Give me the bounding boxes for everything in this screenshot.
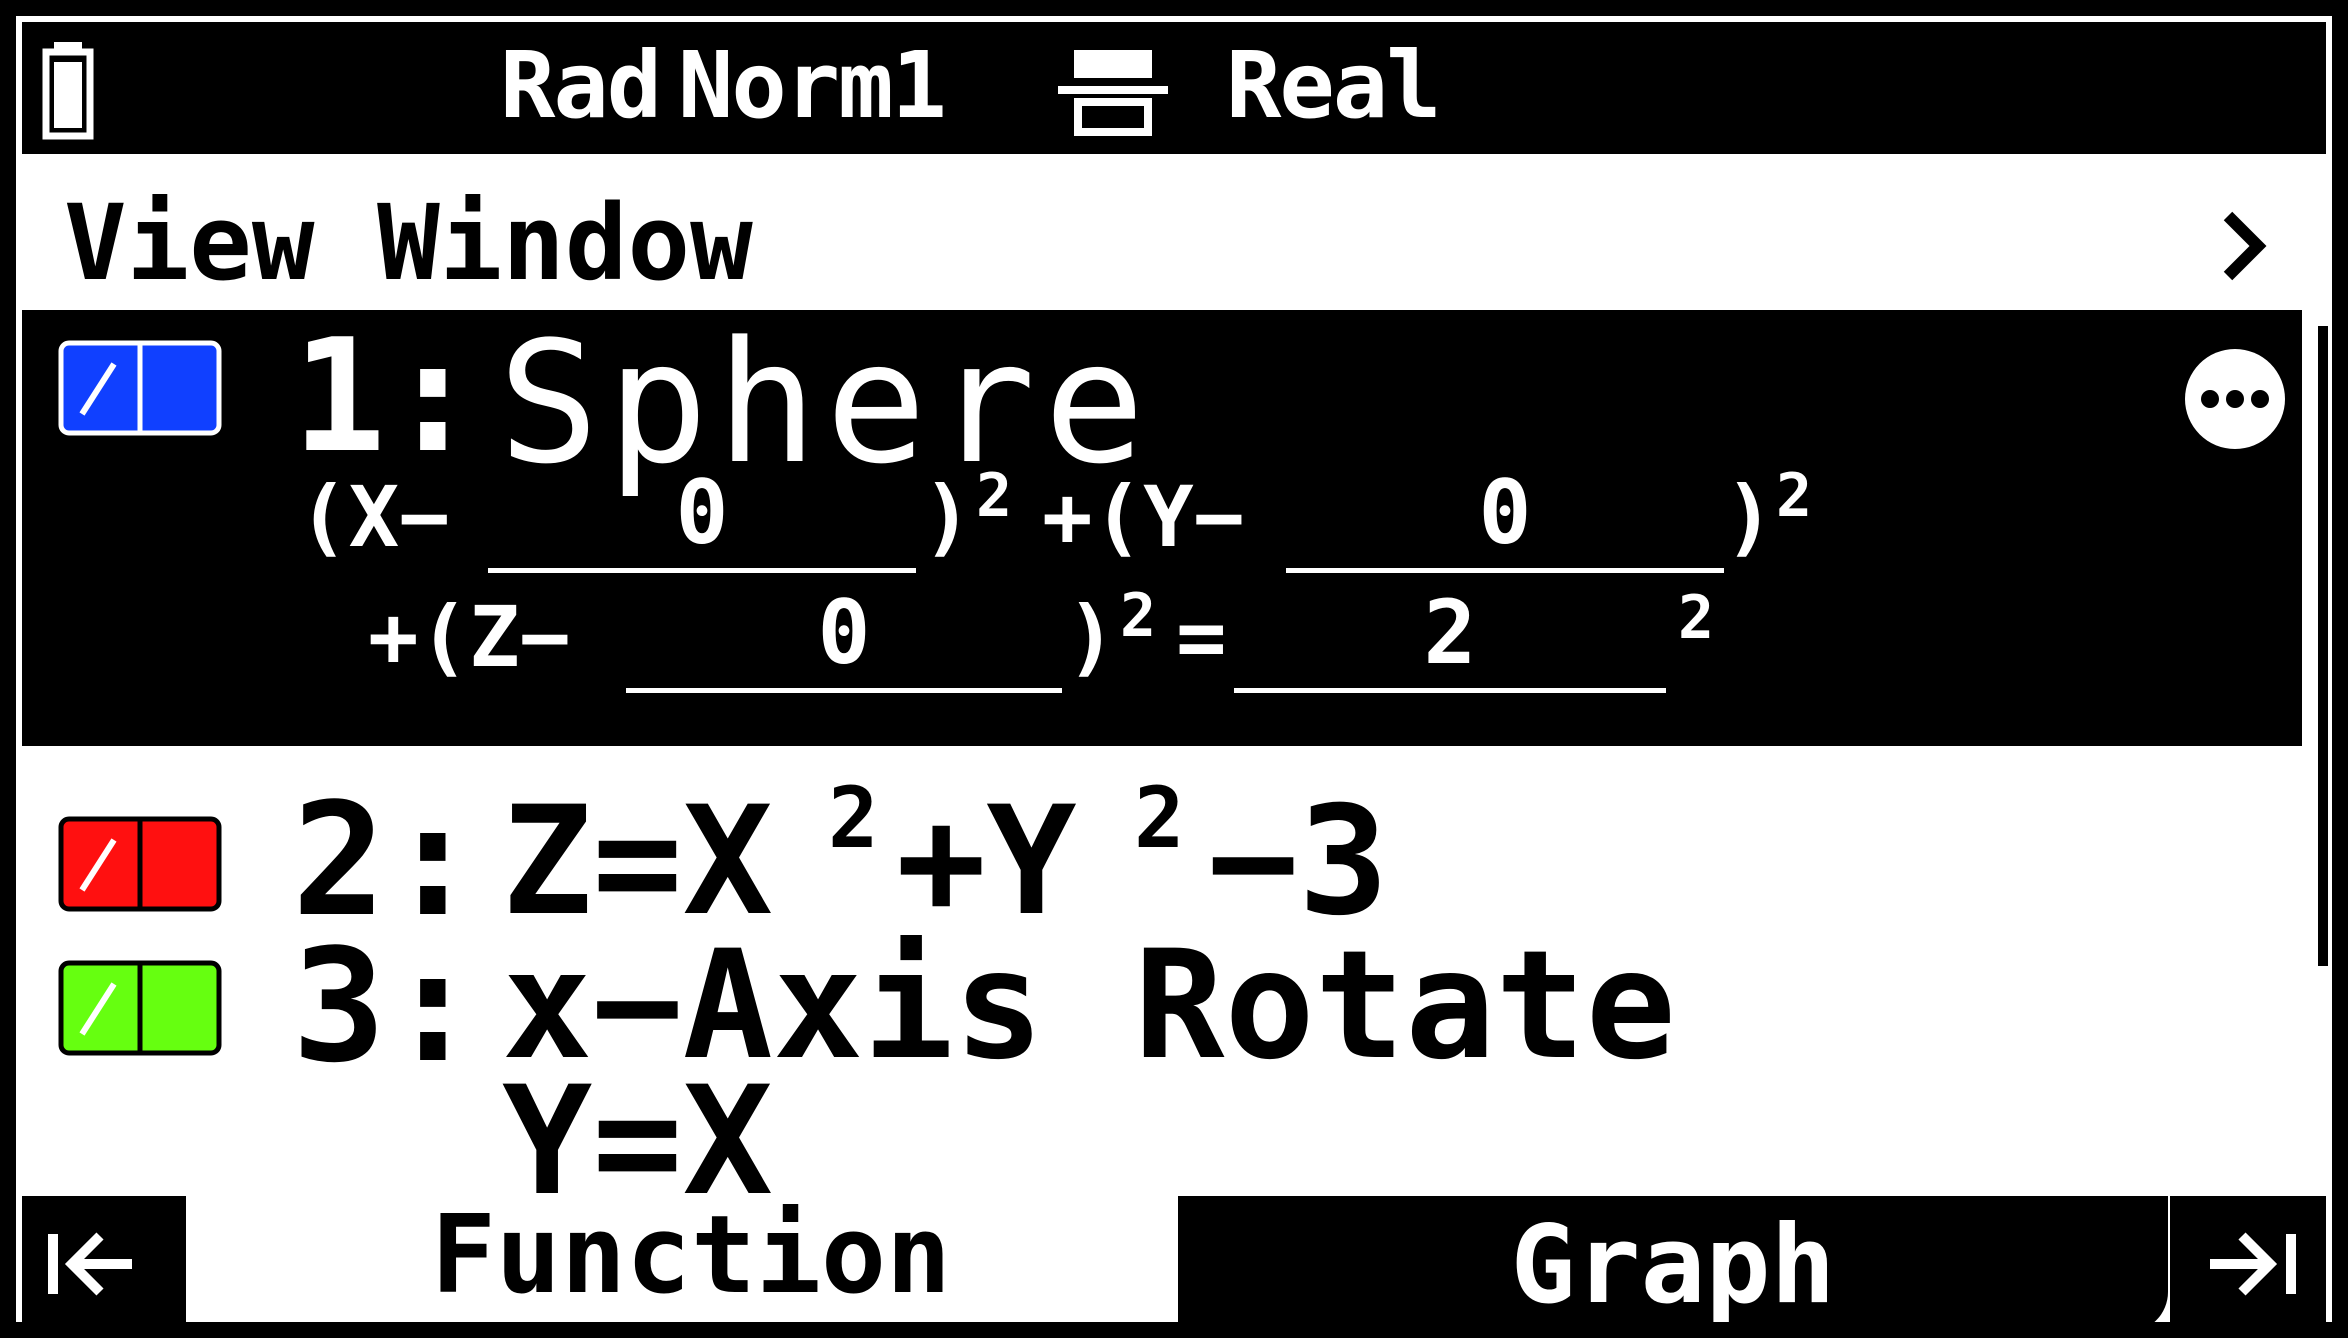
function-row-1[interactable]: 1: Sphere (X− 0 ) 2 +(Y− 0 ) 2 +(Z− 0 ) … (22, 310, 2302, 746)
graph-color-style-icon[interactable] (58, 816, 222, 912)
graph-color-style-icon[interactable] (58, 960, 222, 1056)
view-window-label: View Window (64, 182, 753, 304)
angle-mode: Rad (500, 32, 662, 139)
function-number: 3: (292, 915, 480, 1097)
radius-field[interactable]: 2 (1234, 588, 1666, 693)
jump-to-start-icon (48, 1232, 132, 1296)
tab-graph-label: Graph (1510, 1203, 1836, 1328)
exponent: 2 (1120, 581, 1157, 651)
exponent: 2 (1134, 769, 1185, 867)
function-expression: Z=X (502, 775, 773, 949)
equation-text: +(Z− (368, 588, 571, 686)
scrollbar[interactable] (2318, 326, 2328, 966)
tab-function[interactable]: Function (206, 1186, 1176, 1322)
exponent: 2 (1776, 461, 1813, 531)
jump-to-end-icon (2210, 1232, 2296, 1296)
calculator-screen: Rad Norm1 Real View Window 1: Sphere (X−… (0, 0, 2348, 1338)
jump-to-end-button[interactable] (2170, 1196, 2326, 1322)
tab-graph[interactable]: Graph (1178, 1196, 2168, 1328)
equation-text: ) (922, 468, 973, 566)
x-center-field[interactable]: 0 (488, 468, 916, 573)
battery-icon (42, 42, 94, 140)
function-expression: −3 (1208, 775, 1389, 949)
z-center-field[interactable]: 0 (626, 588, 1062, 693)
equation-text: = (1176, 588, 1227, 686)
exponent: 2 (1678, 583, 1715, 653)
exponent: 2 (828, 769, 879, 867)
function-title: Sphere (498, 305, 1153, 501)
function-expression: +Y (896, 775, 1077, 949)
function-row-3[interactable]: 3: x−Axis Rotate Y=X (22, 915, 2302, 1222)
function-number: 1: (292, 305, 480, 487)
more-options-icon[interactable] (2182, 346, 2288, 452)
exponent: 2 (976, 461, 1013, 531)
bottom-tab-bar: Function Graph (22, 1186, 2326, 1328)
status-bar: Rad Norm1 Real (22, 22, 2326, 154)
complex-mode: Real (1226, 32, 1442, 139)
equation-text: (X− (298, 468, 450, 566)
view-window-row[interactable]: View Window (22, 166, 2326, 316)
y-center-field[interactable]: 0 (1286, 468, 1724, 573)
display-mode: Norm1 (678, 32, 947, 139)
graph-color-style-icon[interactable] (58, 340, 222, 436)
jump-to-start-button[interactable] (22, 1196, 186, 1322)
fraction-format-icon (1058, 50, 1168, 136)
chevron-right-icon (2223, 211, 2267, 281)
equation-text: +(Y− (1042, 468, 1245, 566)
equation-text: ) (1066, 588, 1117, 686)
equation-text: ) (1724, 468, 1775, 566)
function-row-2[interactable]: 2: Z=X 2 +Y 2 −3 (22, 769, 2302, 942)
tab-function-label: Function (430, 1193, 952, 1318)
